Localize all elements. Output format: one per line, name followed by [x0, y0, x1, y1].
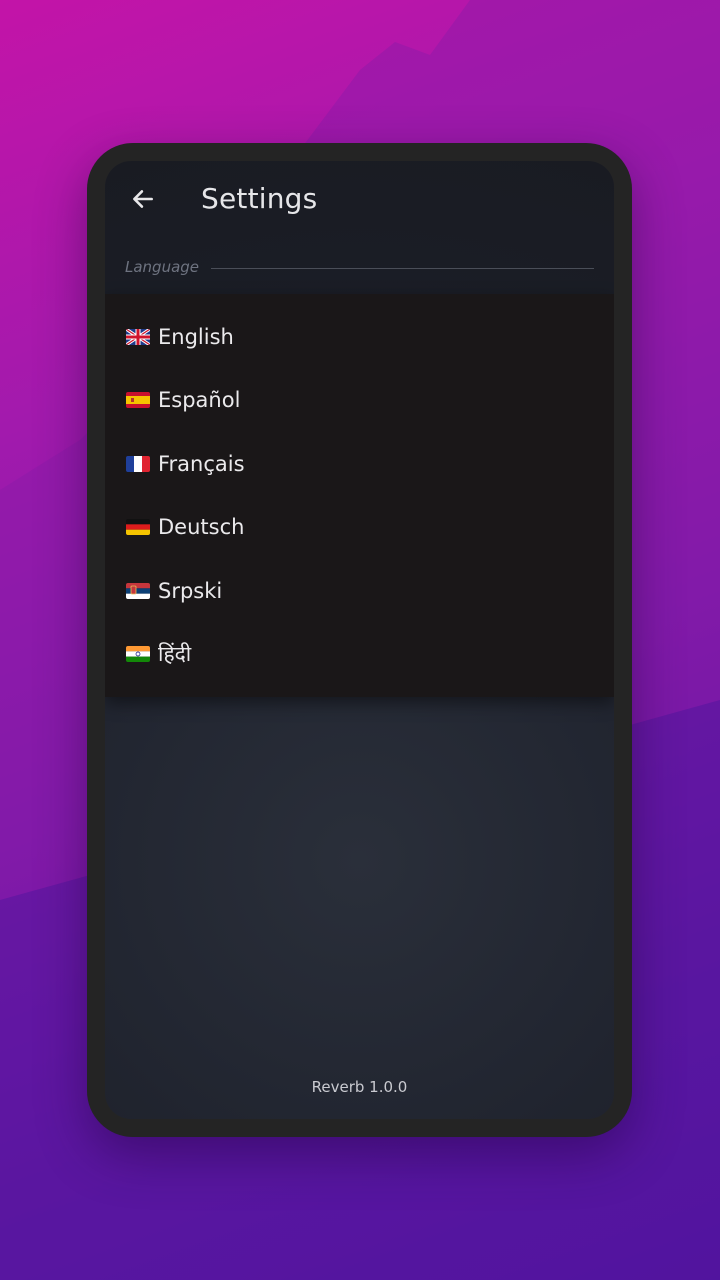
back-button[interactable]	[121, 177, 165, 221]
spain-flag-icon	[126, 392, 150, 409]
page-title: Settings	[201, 182, 318, 215]
language-label: हिंदी	[158, 642, 192, 667]
divider	[211, 267, 594, 269]
language-section-header: Language	[125, 255, 594, 279]
language-option-spanish[interactable]: Español	[105, 369, 614, 433]
app-bar: Settings	[105, 161, 614, 239]
language-option-serbian[interactable]: Srpski	[105, 559, 614, 623]
app-version: Reverb 1.0.0	[311, 1078, 408, 1096]
language-label: English	[158, 324, 234, 349]
language-option-hindi[interactable]: हिंदी	[105, 623, 614, 687]
language-option-french[interactable]: Français	[105, 432, 614, 496]
language-option-english[interactable]: English	[105, 305, 614, 369]
language-label: Srpski	[158, 578, 223, 603]
india-flag-icon	[126, 646, 150, 663]
germany-flag-icon	[126, 519, 150, 536]
france-flag-icon	[126, 455, 150, 472]
serbia-flag-icon	[126, 582, 150, 599]
language-label: Deutsch	[158, 515, 245, 540]
language-menu: English Español Français Deutsch Srpski …	[105, 294, 614, 697]
settings-screen: Settings Language English Español França…	[105, 161, 614, 1119]
language-option-german[interactable]: Deutsch	[105, 496, 614, 560]
section-label: Language	[125, 258, 200, 276]
phone-frame: Settings Language English Español França…	[87, 143, 632, 1137]
language-label: Français	[158, 451, 245, 476]
language-label: Español	[158, 388, 241, 413]
uk-flag-icon	[126, 328, 150, 345]
arrow-left-icon	[133, 190, 153, 208]
